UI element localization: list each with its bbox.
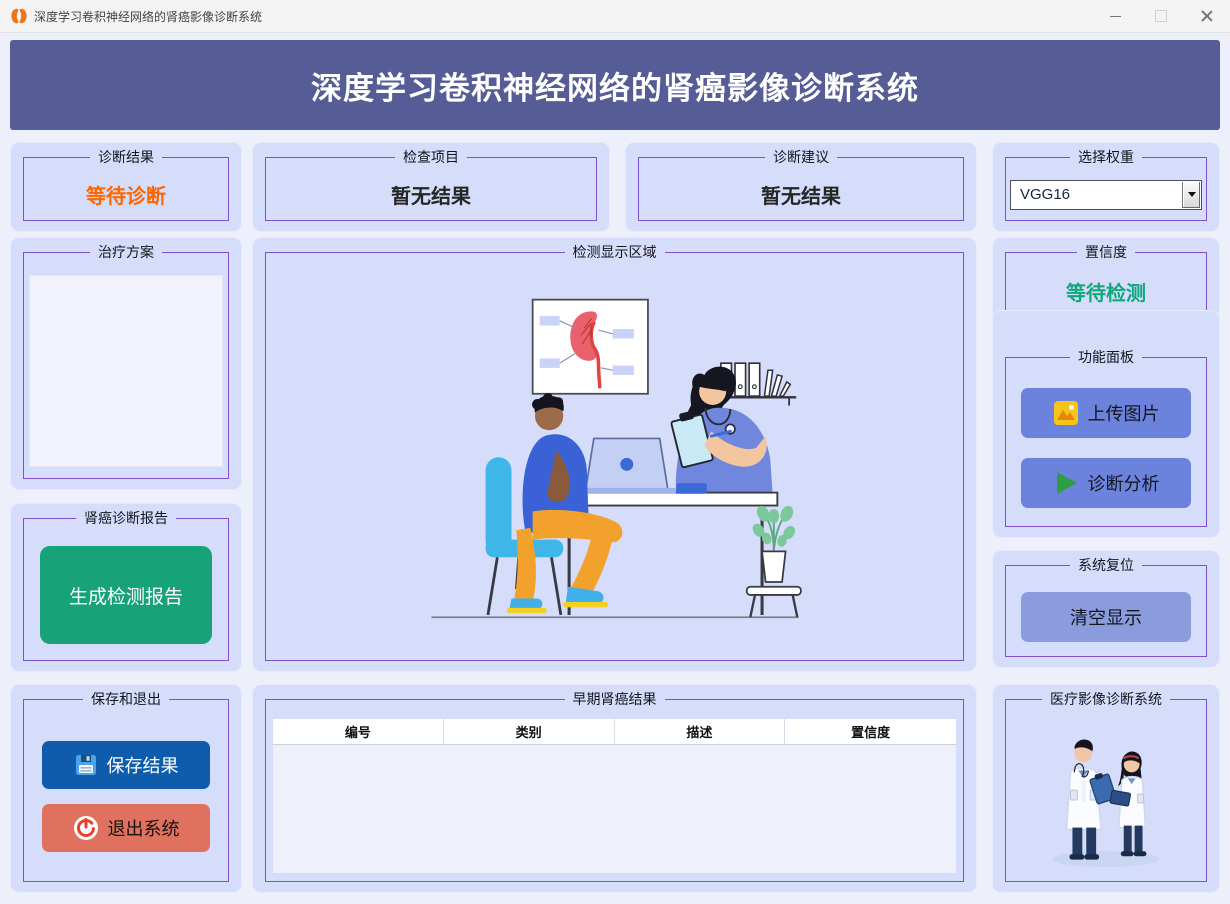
upload-image-button[interactable]: 上传图片 [1021,387,1191,438]
panel-treatment-plan: 治疗方案 [10,237,242,490]
upload-image-label: 上传图片 [1087,403,1160,424]
diagnosis-advice-value: 暂无结果 [761,186,841,208]
panel-branding: 医疗影像诊断系统 [992,684,1220,893]
results-table[interactable]: 编号 类别 描述 置信度 [273,719,956,873]
col-description: 描述 [615,719,786,744]
power-icon [73,815,98,840]
consultation-illustration [430,298,802,619]
panel-results-table: 早期肾癌结果 编号 类别 描述 置信度 [252,684,977,893]
function-panel-legend: 功能面板 [1078,349,1134,365]
window-titlebar: 深度学习卷积神经网络的肾癌影像诊断系统 [0,0,1230,33]
save-results-label: 保存结果 [106,755,179,776]
maximize-button[interactable] [1138,0,1184,32]
window-title: 深度学习卷积神经网络的肾癌影像诊断系统 [34,9,263,24]
exit-system-button[interactable]: 退出系统 [42,803,210,852]
col-id: 编号 [273,719,444,744]
play-icon [1056,471,1077,494]
treatment-plan-textarea[interactable] [29,275,223,467]
clear-display-label: 清空显示 [1070,607,1142,628]
maximize-icon [1155,10,1167,22]
panel-diagnosis-advice: 诊断建议 暂无结果 [625,142,977,232]
app-banner: 深度学习卷积神经网络的肾癌影像诊断系统 [10,40,1220,130]
treatment-plan-legend: 治疗方案 [98,244,154,260]
save-results-button[interactable]: 保存结果 [42,740,210,789]
panel-system-reset: 系统复位 清空显示 [992,550,1220,668]
confidence-legend: 置信度 [1085,244,1127,260]
panel-display-area: 检测显示区域 [252,237,977,672]
col-confidence: 置信度 [851,725,891,740]
results-table-header: 编号 类别 描述 置信度 [273,719,956,745]
check-item-legend: 检查项目 [403,149,459,165]
check-item-value: 暂无结果 [391,186,471,208]
clear-display-button[interactable]: 清空显示 [1021,591,1191,642]
col-category: 类别 [444,719,615,744]
analyze-button[interactable]: 诊断分析 [1021,457,1191,508]
diagnosis-advice-legend: 诊断建议 [773,149,829,165]
branding-legend: 医疗影像诊断系统 [1050,691,1162,707]
doctors-illustration [1052,739,1160,868]
panel-diagnosis-result: 诊断结果 等待诊断 [10,142,242,232]
panel-weight-select: 选择权重 VGG16 [992,142,1220,232]
diagnosis-result-value: 等待诊断 [86,186,166,208]
generate-report-button[interactable]: 生成检测报告 [40,546,212,644]
panel-check-item: 检查项目 暂无结果 [252,142,610,232]
panel-save-exit: 保存和退出 保存结果 退出系统 [10,684,242,893]
save-exit-legend: 保存和退出 [91,691,161,707]
dropdown-arrow-icon [1187,192,1196,197]
panel-function: 功能面板 上传图片 诊断分析 [992,310,1220,538]
panel-report: 肾癌诊断报告 生成检测报告 [10,503,242,672]
report-legend: 肾癌诊断报告 [84,510,168,526]
minimize-button[interactable] [1092,0,1138,32]
diagnosis-result-legend: 诊断结果 [98,149,154,165]
weight-select-dropdown[interactable]: VGG16 [1010,179,1202,210]
floppy-disk-icon [75,754,96,775]
analyze-label: 诊断分析 [1087,473,1160,494]
weight-select-legend: 选择权重 [1078,149,1134,165]
system-reset-legend: 系统复位 [1078,557,1134,573]
dropdown-arrow-button[interactable] [1182,181,1200,208]
weight-selected-value: VGG16 [1020,185,1071,203]
exit-system-label: 退出系统 [107,818,180,839]
close-button[interactable] [1184,0,1230,32]
generate-report-label: 生成检测报告 [68,586,183,608]
image-icon [1053,400,1078,425]
results-table-legend: 早期肾癌结果 [572,691,657,707]
page-title: 深度学习卷积神经网络的肾癌影像诊断系统 [311,70,919,106]
display-area-legend: 检测显示区域 [572,244,657,260]
close-icon [1201,10,1213,22]
kidneys-icon [11,8,27,24]
confidence-value: 等待检测 [1066,282,1146,305]
minimize-icon [1109,15,1121,17]
